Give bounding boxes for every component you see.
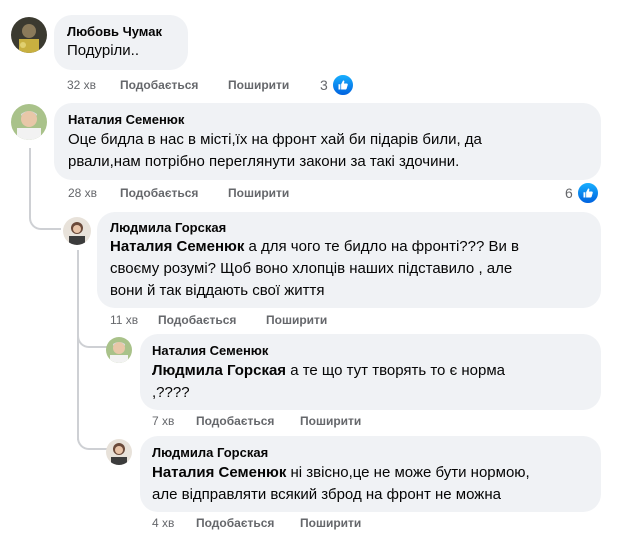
comment-text: Оце бидла в нас в місті,їх на фронт хай … [68,129,588,173]
thread-line [77,250,79,440]
reaction-number: 3 [320,77,328,93]
mention-link[interactable]: Людмила Горская [152,362,286,379]
comment-text-fragment: а для чого те бидло на фронті??? Ви в [244,238,519,255]
comment-text-line: Людмила Горская а те що тут творять то є… [152,360,592,382]
comment-author[interactable]: Любовь Чумак [67,24,162,39]
comment-text-line: вони й так віддають свої життя [110,282,325,299]
like-icon [575,181,600,205]
share-button[interactable]: Поширити [300,414,361,428]
comment-text-line: ,???? [152,384,190,401]
mention-link[interactable]: Наталия Семенюк [152,464,286,481]
comment-text-line: але відправляти всякий зброд на фронт не… [152,486,501,503]
like-button[interactable]: Подобається [196,516,274,530]
reaction-number: 6 [565,185,573,201]
reaction-count[interactable]: 6 [565,181,600,205]
like-button[interactable]: Подобається [120,78,198,92]
mention-link[interactable]: Наталия Семенюк [110,238,244,255]
avatar[interactable] [63,217,91,245]
comment-time[interactable]: 32 хв [67,78,96,92]
comment-text-line: рвали,нам потрібно переглянути закони за… [68,153,460,170]
share-button[interactable]: Поширити [266,313,327,327]
thread-connector [29,200,61,230]
comment-text-line: Наталия Семенюк а для чого те бидло на ф… [110,236,590,258]
avatar[interactable] [106,337,132,363]
avatar[interactable] [11,17,47,53]
comment-text-fragment: а те що тут творять то є норма [286,362,506,379]
share-button[interactable]: Поширити [228,78,289,92]
like-icon [330,73,355,97]
comment-text-fragment: ні звісно,це не може бути нормою, [286,464,530,481]
like-button[interactable]: Подобається [120,186,198,200]
comment-author[interactable]: Людмила Горская [110,220,226,235]
comment-author[interactable]: Людмила Горская [152,445,268,460]
comment-text: Подуріли.. [67,42,140,59]
comment-text-line: Оце бидла в нас в місті,їх на фронт хай … [68,131,482,148]
thread-line [29,148,31,208]
thread-connector [77,420,107,450]
comments-section: Любовь Чумак Подуріли.. 32 хв Подобаєтьс… [0,0,640,538]
comment-author[interactable]: Наталия Семенюк [152,343,268,358]
comment-author[interactable]: Наталия Семенюк [68,112,184,127]
comment-time[interactable]: 4 хв [152,516,174,530]
share-button[interactable]: Поширити [228,186,289,200]
comment-text: Наталия Семенюк а для чого те бидло на ф… [110,236,590,302]
like-button[interactable]: Подобається [158,313,236,327]
avatar[interactable] [11,104,47,140]
comment-time[interactable]: 11 хв [110,313,138,327]
comment-time[interactable]: 28 хв [68,186,97,200]
avatar[interactable] [106,439,132,465]
like-button[interactable]: Подобається [196,414,274,428]
comment-time[interactable]: 7 хв [152,414,174,428]
thread-connector [77,318,107,348]
share-button[interactable]: Поширити [300,516,361,530]
comment-text: Людмила Горская а те що тут творять то є… [152,360,592,404]
comment-text: Наталия Семенюк ні звісно,це не може бут… [152,462,592,506]
comment-text-line: Наталия Семенюк ні звісно,це не може бут… [152,462,592,484]
comment-text-line: своєму розумі? Щоб воно хлопців наших пі… [110,260,513,277]
reaction-count[interactable]: 3 [320,73,355,97]
